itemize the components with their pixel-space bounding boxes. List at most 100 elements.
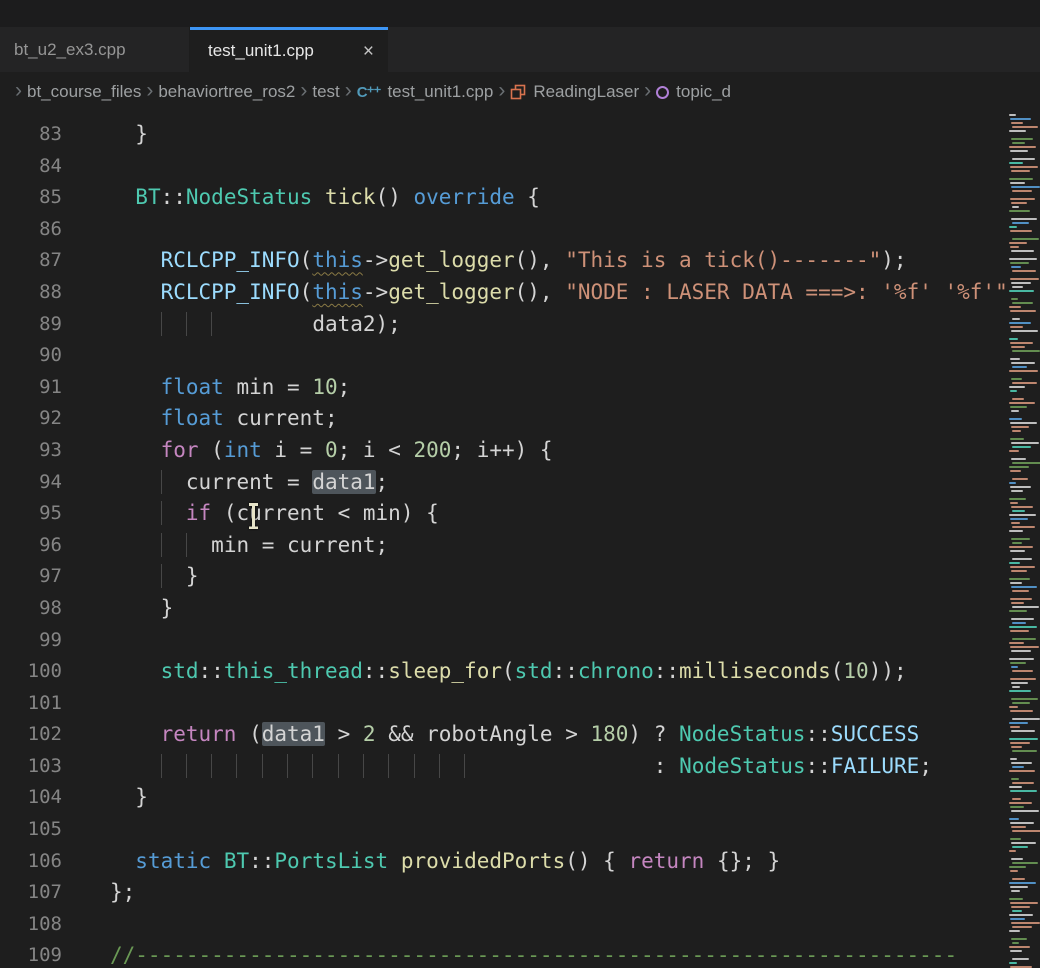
code-line[interactable]: 88 RCLCPP_INFO(this->get_logger(), "NODE… [0, 277, 1040, 309]
minimap-line [1010, 502, 1018, 504]
code-line[interactable]: 85 BT::NodeStatus tick() override { [0, 182, 1040, 214]
code-line[interactable]: 101 [0, 688, 1040, 720]
line-number[interactable]: 86 [0, 214, 62, 246]
line-number[interactable]: 109 [0, 940, 62, 968]
line-number[interactable]: 107 [0, 877, 62, 909]
line-number[interactable]: 95 [0, 498, 62, 530]
line-number[interactable]: 84 [0, 151, 62, 183]
code-line[interactable]: 106 static BT::PortsList providedPorts()… [0, 846, 1040, 878]
tab-bt_u2_ex3[interactable]: bt_u2_ex3.cpp [0, 27, 190, 72]
tab-test_unit1[interactable]: test_unit1.cpp × [190, 27, 388, 72]
minimap-line [1010, 486, 1031, 488]
line-number[interactable]: 92 [0, 403, 62, 435]
minimap-line [1012, 302, 1033, 304]
code-line[interactable]: 96 min = current; [0, 530, 1040, 562]
code-token: override [414, 185, 515, 209]
minimap-line [1012, 686, 1020, 688]
minimap-line [1011, 778, 1019, 780]
code-line[interactable]: 97 } [0, 561, 1040, 593]
minimap-line [1010, 438, 1024, 440]
code-line[interactable]: 98 } [0, 593, 1040, 625]
line-number[interactable]: 91 [0, 372, 62, 404]
code-line[interactable]: 105 [0, 814, 1040, 846]
breadcrumb-item[interactable]: topic_d [656, 82, 731, 102]
code-line[interactable]: 94 current = data1; [0, 467, 1040, 499]
minimap-line [1012, 238, 1039, 240]
line-number[interactable]: 90 [0, 340, 62, 372]
code-line[interactable]: 83 } [0, 119, 1040, 151]
code-token: :: [199, 659, 224, 683]
line-number[interactable]: 89 [0, 309, 62, 341]
close-icon[interactable]: × [363, 42, 374, 61]
code-line[interactable]: 103 : NodeStatus::FAILURE; [0, 751, 1040, 783]
minimap-line [1012, 430, 1021, 432]
code-line[interactable]: 107}; [0, 877, 1040, 909]
line-number[interactable]: 106 [0, 846, 62, 878]
code-line[interactable]: 93 for (int i = 0; i < 200; i++) { [0, 435, 1040, 467]
line-number[interactable]: 94 [0, 467, 62, 499]
line-number[interactable]: 103 [0, 751, 62, 783]
line-number[interactable]: 99 [0, 625, 62, 657]
minimap-line [1012, 286, 1023, 288]
minimap-line [1012, 766, 1024, 768]
breadcrumb-item[interactable]: bt_course_files [27, 82, 141, 102]
code-line[interactable]: 92 float current; [0, 403, 1040, 435]
indent-guide [388, 754, 413, 778]
line-number[interactable]: 102 [0, 719, 62, 751]
line-number[interactable]: 104 [0, 782, 62, 814]
code-line[interactable]: 102 return (data1 > 2 && robotAngle > 18… [0, 719, 1040, 751]
line-number[interactable]: 87 [0, 245, 62, 277]
line-number[interactable]: 108 [0, 909, 62, 941]
code-line[interactable]: 108 [0, 909, 1040, 941]
code-token [110, 722, 161, 746]
breadcrumb-item[interactable]: ReadingLaser [510, 82, 639, 102]
minimap-line [1009, 802, 1032, 804]
minimap-line [1012, 718, 1040, 720]
code-token: current; [224, 406, 338, 430]
indent-guide [186, 312, 211, 336]
minimap-line [1011, 522, 1020, 524]
line-number[interactable]: 100 [0, 656, 62, 688]
line-number[interactable]: 93 [0, 435, 62, 467]
indent-guide [262, 754, 287, 778]
code-token: this [312, 280, 363, 304]
code-line[interactable]: 87 RCLCPP_INFO(this->get_logger(), "This… [0, 245, 1040, 277]
breadcrumb-item[interactable]: test [312, 82, 339, 102]
code-token: : [489, 754, 679, 778]
code-line[interactable]: 109//-----------------------------------… [0, 940, 1040, 968]
code-token: :: [249, 849, 274, 873]
line-number[interactable]: 83 [0, 119, 62, 151]
code-area[interactable]: 83 }8485 BT::NodeStatus tick() override … [0, 112, 1040, 968]
minimap-line [1011, 650, 1031, 652]
editor[interactable]: 83 }8485 BT::NodeStatus tick() override … [0, 112, 1040, 968]
code-line[interactable]: 104 } [0, 782, 1040, 814]
minimap-line [1011, 698, 1038, 700]
code-line[interactable]: 86 [0, 214, 1040, 246]
minimap[interactable] [1007, 112, 1040, 968]
code-line[interactable]: 91 float min = 10; [0, 372, 1040, 404]
code-token: :: [363, 659, 388, 683]
code-line[interactable]: 89 data2); [0, 309, 1040, 341]
line-number[interactable]: 88 [0, 277, 62, 309]
code-token: BT [224, 849, 249, 873]
line-number[interactable]: 96 [0, 530, 62, 562]
code-token: (current < min) { [211, 501, 439, 525]
code-token: static [135, 849, 211, 873]
code-line[interactable]: 84 [0, 151, 1040, 183]
line-number[interactable]: 98 [0, 593, 62, 625]
line-number[interactable]: 85 [0, 182, 62, 214]
line-number[interactable]: 101 [0, 688, 62, 720]
minimap-line [1011, 490, 1023, 492]
symbol-class-icon [510, 84, 526, 100]
breadcrumb-item[interactable]: behaviortree_ros2 [158, 82, 295, 102]
code-token: PortsList [274, 849, 388, 873]
line-number[interactable]: 97 [0, 561, 62, 593]
code-line[interactable]: 100 std::this_thread::sleep_for(std::chr… [0, 656, 1040, 688]
code-line[interactable]: 99 [0, 625, 1040, 657]
minimap-line [1011, 938, 1027, 940]
code-line[interactable]: 95 if (current < min) { [0, 498, 1040, 530]
breadcrumb-item[interactable]: C⁺⁺test_unit1.cpp [357, 82, 494, 102]
minimap-line [1012, 622, 1026, 624]
line-number[interactable]: 105 [0, 814, 62, 846]
code-line[interactable]: 90 [0, 340, 1040, 372]
